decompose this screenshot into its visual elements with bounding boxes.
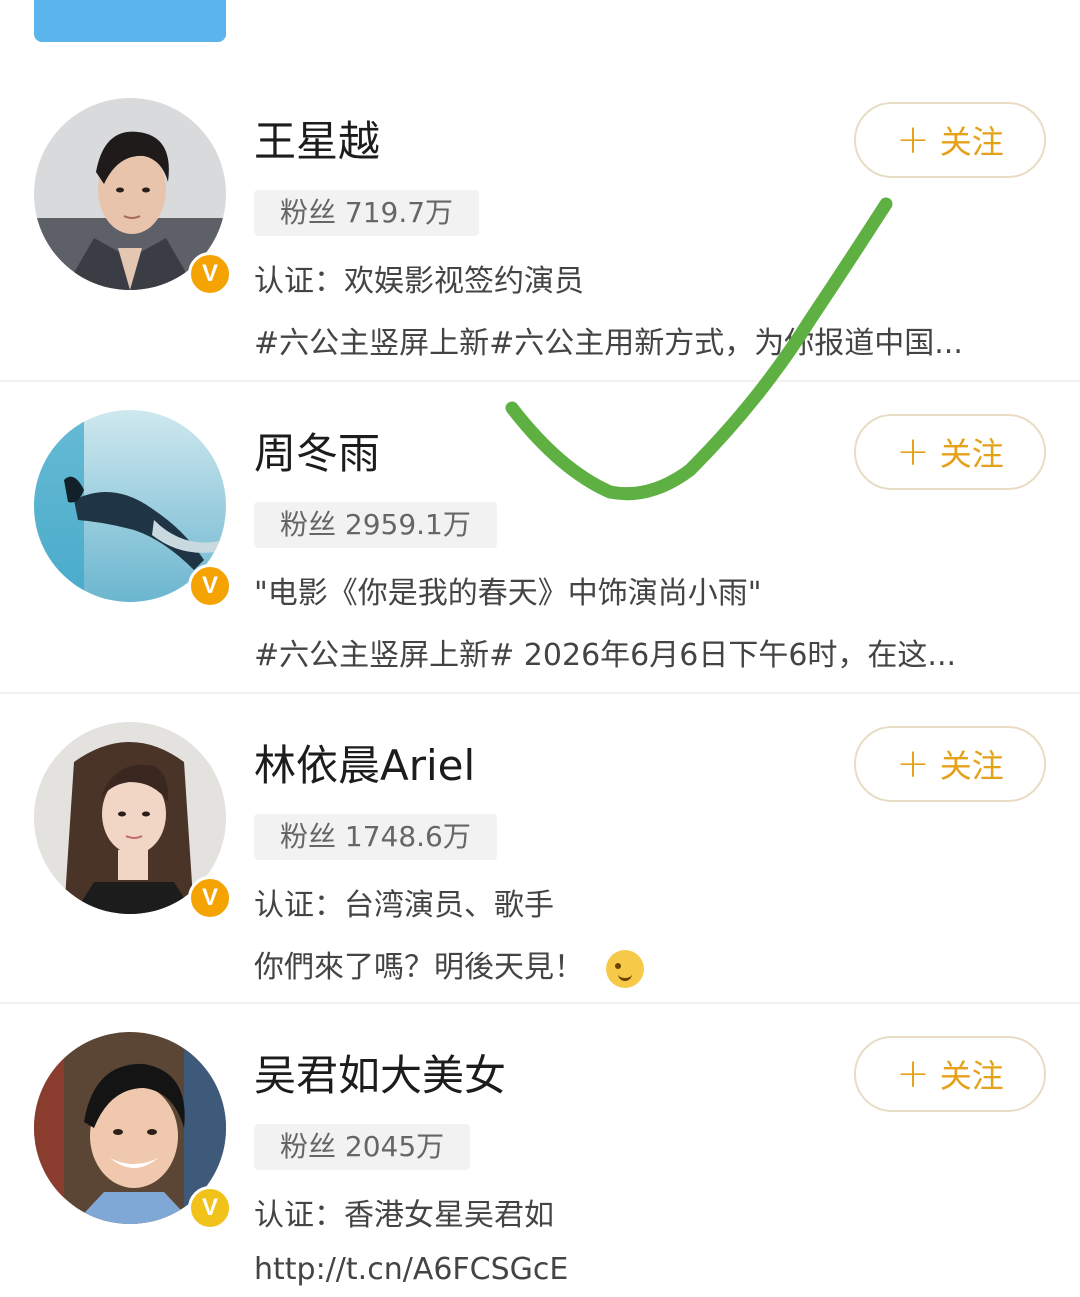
plus-icon: + [896,741,930,787]
follow-button[interactable]: + 关注 [854,1036,1046,1112]
user-name[interactable]: 周冬雨 [254,420,380,481]
latest-post-text: #六公主竖屏上新#六公主用新方式，为你报道中国... [254,326,963,361]
verified-badge-icon: V [188,564,232,608]
user-card[interactable]: V 吴君如大美女 粉丝 2045万 认证：香港女星吴君如 http://t.cn… [0,1002,1080,1297]
latest-post-text: #六公主竖屏上新# 2026年6月6日下午6时，在这... [254,638,957,673]
latest-post-text-content: 你們來了嗎？明後天見！ [254,950,584,985]
follow-button[interactable]: + 关注 [854,102,1046,178]
verified-badge-icon: V [188,252,232,296]
search-results-page: V 王星越 粉丝 719.7万 认证：欢娱影视签约演员 #六公主竖屏上新#六公主… [0,0,1080,1297]
fans-count-badge: 粉丝 2959.1万 [254,502,497,548]
user-name[interactable]: 王星越 [254,108,380,169]
follow-button-label: 关注 [939,435,1004,473]
certification-text: 认证：香港女星吴君如 [254,1198,554,1233]
top-tab-button[interactable] [34,0,226,42]
user-card[interactable]: V 王星越 粉丝 719.7万 认证：欢娱影视签约演员 #六公主竖屏上新#六公主… [0,68,1080,378]
certification-text: "电影《你是我的春天》中饰演尚小雨" [254,576,762,611]
verified-badge-icon: V [188,876,232,920]
wink-emoji-icon [606,949,644,988]
user-card[interactable]: V 林依晨Ariel 粉丝 1748.6万 认证：台湾演员、歌手 你們來了嗎？明… [0,692,1080,1002]
certification-text: 认证：欢娱影视签约演员 [254,264,584,299]
follow-button[interactable]: + 关注 [854,726,1046,802]
verified-badge-icon: V [188,1186,232,1230]
plus-icon: + [896,117,930,163]
user-name[interactable]: 林依晨Ariel [254,732,475,793]
certification-text: 认证：台湾演员、歌手 [254,888,554,923]
latest-post-link[interactable]: http://t.cn/A6FCSGcE [254,1252,1034,1287]
fans-count-badge: 粉丝 719.7万 [254,190,480,236]
fans-count-badge: 粉丝 2045万 [254,1124,471,1170]
user-card[interactable]: V 周冬雨 粉丝 2959.1万 "电影《你是我的春天》中饰演尚小雨" #六公主… [0,380,1080,690]
latest-post-text: 你們來了嗎？明後天見！ [254,942,1034,988]
plus-icon: + [896,1051,930,1097]
follow-button-label: 关注 [939,1057,1004,1095]
user-name[interactable]: 吴君如大美女 [254,1042,506,1103]
follow-button-label: 关注 [939,747,1004,785]
fans-count-badge: 粉丝 1748.6万 [254,814,497,860]
follow-button[interactable]: + 关注 [854,414,1046,490]
follow-button-label: 关注 [939,123,1004,161]
plus-icon: + [896,429,930,475]
